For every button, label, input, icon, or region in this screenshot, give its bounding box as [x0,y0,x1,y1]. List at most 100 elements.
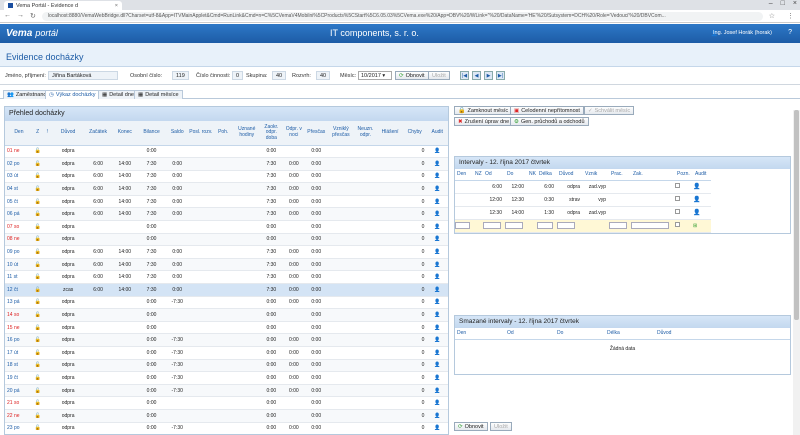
lock-icon[interactable]: 🔓 [32,384,43,398]
lock-icon[interactable]: 🔓 [32,195,43,209]
col-header[interactable]: Bilance [137,121,166,146]
audit-icon[interactable]: 👤 [693,184,700,190]
reload-icon[interactable]: ↻ [30,12,36,20]
audit-icon[interactable]: 👤 [426,422,448,434]
last-month-icon[interactable]: ▶| [496,71,505,80]
table-row[interactable]: 01 ne 🔓 odpra 0:00 0:00 0:00 0 👤 [5,145,448,159]
col-header[interactable]: Uznané hodiny [233,121,260,146]
back-icon[interactable]: ← [4,12,11,20]
forward-icon[interactable]: → [17,12,24,20]
audit-icon[interactable]: 👤 [693,197,700,203]
table-row[interactable]: 13 pá 🔓 odpra 0:00 -7:30 0:00 0:00 0:00 0 👤 [5,296,448,310]
audit-icon[interactable]: 👤 [426,258,448,272]
audit-icon[interactable]: 👤 [426,182,448,196]
lock-icon[interactable]: 🔓 [32,321,43,335]
new-interval-input[interactable] [609,222,627,229]
new-interval-input[interactable] [631,222,669,229]
audit-icon[interactable]: 👤 [426,157,448,171]
col-header[interactable]: Poh. [212,121,234,146]
table-row[interactable]: 16 po 🔓 odpra 0:00 -7:30 0:00 0:00 0:00 0 👤 [5,333,448,347]
table-row[interactable]: 07 so 🔓 odpra 0:00 0:00 0:00 0 👤 [5,220,448,234]
col-header[interactable]: Zaokr. odpr. doba [259,121,284,146]
lock-icon[interactable]: 🔓 [32,396,43,410]
table-row[interactable]: 15 ne 🔓 odpra 0:00 0:00 0:00 0 👤 [5,321,448,335]
table-row[interactable]: 19 čt 🔓 odpra 0:00 -7:30 0:00 0:00 0:00 0 👤 [5,371,448,385]
approve-month-button[interactable]: ✓ Schválit měsíc [584,106,635,115]
lock-icon[interactable]: 🔓 [32,258,43,272]
col-header[interactable]: Saldo [165,121,189,146]
table-row[interactable]: 06 pá 🔓 odpra 6:00 14:00 7:30 0:00 7:30 0:00 0:00… [5,207,448,222]
col-header[interactable]: Odpr. v noci [283,121,305,146]
refresh-button[interactable]: ⟳ Obnovit [395,71,429,80]
page-scrollbar[interactable] [793,110,800,435]
user-name[interactable]: Ing. Josef Horák (horak) [713,30,772,36]
prev-month-icon[interactable]: ◀ [472,71,481,80]
full-day-absence-button[interactable]: ▣ Celodenní nepřítomnost [510,106,584,115]
next-month-icon[interactable]: ▶ [484,71,493,80]
menu-dots-icon[interactable]: ⋮ [787,12,794,20]
lock-icon[interactable]: 🔓 [32,296,43,310]
lock-icon[interactable]: 🔓 [32,333,43,347]
save-button-top[interactable]: Uložit [428,71,450,80]
col-header[interactable]: Z [32,121,43,146]
new-interval-input[interactable] [537,222,553,229]
first-month-icon[interactable]: |◀ [460,71,469,80]
interval-row[interactable]: 12:00 12:30 0:30 strav vyp 👤 [455,193,790,207]
note-checkbox[interactable] [675,196,680,201]
lock-icon[interactable]: 🔓 [32,270,43,285]
tab-vykaz[interactable]: ◷ Výkaz docházky [45,90,100,99]
lock-icon[interactable]: 🔓 [32,422,43,434]
lock-icon[interactable]: 🔓 [32,157,43,171]
col-header[interactable]: Přesčas [304,121,329,146]
new-interval-row[interactable]: ⊞ [455,219,790,233]
table-row[interactable]: 11 st 🔓 odpra 6:00 14:00 7:30 0:00 7:30 0:00 0:00… [5,270,448,285]
lock-icon[interactable]: 🔓 [32,346,43,360]
audit-icon[interactable]: 👤 [426,409,448,423]
col-header[interactable]: Den [5,121,33,146]
table-row[interactable]: 21 so 🔓 odpra 0:00 0:00 0:00 0 👤 [5,396,448,410]
table-row[interactable]: 04 st 🔓 odpra 6:00 14:00 7:30 0:00 7:30 0:00 0:00… [5,182,448,196]
audit-icon[interactable]: 👤 [426,371,448,385]
audit-icon[interactable]: 👤 [426,296,448,310]
save-button-bottom[interactable]: Uložit [490,422,512,431]
note-checkbox[interactable] [675,209,680,214]
url-field[interactable]: localhost:8880/VemaWebBridge.dll?Charset… [41,11,763,21]
minimize-icon[interactable]: – [769,0,773,7]
audit-icon[interactable]: 👤 [426,145,448,159]
col-header[interactable]: ! [42,121,53,146]
audit-icon[interactable]: 👤 [426,270,448,285]
new-interval-input[interactable] [455,222,470,229]
lock-icon[interactable]: 🔓 [32,283,43,297]
col-header[interactable]: Audit [426,121,448,146]
table-row[interactable]: 23 po 🔓 odpra 0:00 -7:30 0:00 0:00 0:00 0 👤 [5,422,448,434]
audit-icon[interactable]: 👤 [426,321,448,335]
col-header[interactable]: Konec [111,121,138,146]
bookmark-star-icon[interactable]: ☆ [769,12,775,20]
lock-icon[interactable]: 🔓 [32,359,43,373]
close-tab-icon[interactable]: × [115,3,118,9]
month-select[interactable]: 10/2017 ▾ [358,71,392,80]
audit-icon[interactable]: 👤 [426,233,448,247]
tab-detail-dne[interactable]: ▦ Detail dne [98,90,138,99]
table-row[interactable]: 02 po 🔓 odpra 6:00 14:00 7:30 0:00 7:30 0:00 0:00… [5,157,448,171]
audit-icon[interactable]: 👤 [426,308,448,322]
generate-passes-button[interactable]: ⚙ Gen. průchodů a odchodů [510,117,589,126]
interval-row[interactable]: 12:30 14:00 1:30 odpra zad.vyp 👤 [455,206,790,220]
new-interval-input[interactable] [557,222,575,229]
col-header[interactable]: Hlášení [377,121,403,146]
audit-icon[interactable]: 👤 [426,346,448,360]
col-header[interactable]: Důvod [52,121,85,146]
audit-icon[interactable]: 👤 [426,333,448,347]
table-row[interactable]: 20 pá 🔓 odpra 0:00 -7:30 0:00 0:00 0:00 0 👤 [5,384,448,398]
lock-icon[interactable]: 🔓 [32,145,43,159]
table-row[interactable]: 05 čt 🔓 odpra 6:00 14:00 7:30 0:00 7:30 0:00 0:00… [5,195,448,209]
audit-icon[interactable]: 👤 [426,220,448,234]
table-row[interactable]: 17 út 🔓 odpra 0:00 -7:30 0:00 0:00 0:00 0 👤 [5,346,448,360]
table-row[interactable]: 03 út 🔓 odpra 6:00 14:00 7:30 0:00 7:30 0:00 0:00… [5,170,448,184]
col-header[interactable]: Vzniklý přesčas [328,121,354,146]
close-window-icon[interactable]: × [793,0,797,7]
add-interval-icon[interactable]: ⊞ [693,223,697,229]
lock-icon[interactable]: 🔓 [32,170,43,184]
audit-icon[interactable]: 👤 [426,245,448,259]
table-row[interactable]: 18 st 🔓 odpra 0:00 -7:30 0:00 0:00 0:00 0 👤 [5,359,448,373]
